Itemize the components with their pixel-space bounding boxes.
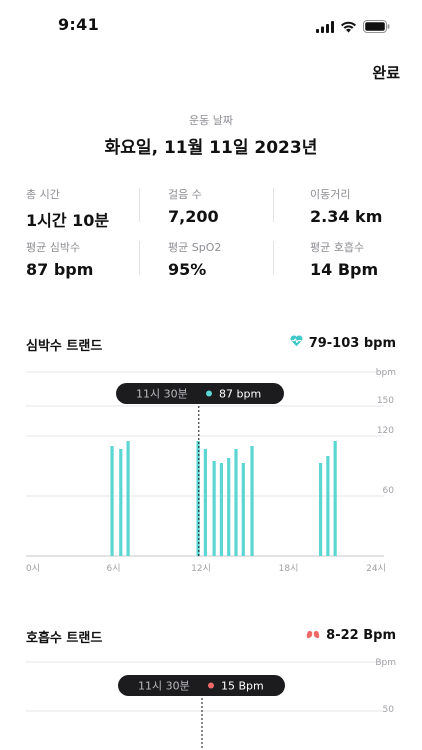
- status-bar: 9:41: [0, 0, 422, 48]
- chart-tooltip: 11시 30분 15 Bpm: [118, 675, 285, 696]
- tooltip-time: 11시 30분: [136, 388, 188, 401]
- stat-divider: [273, 188, 274, 222]
- chart-bar: [318, 463, 323, 556]
- status-icons: [316, 18, 390, 37]
- respiration-trend-title: 호흡수 트랜드: [26, 631, 103, 646]
- stat-avg-heart-rate: 평균 심박수 87 bpm: [26, 239, 146, 279]
- x-tick-label: 6시: [106, 563, 120, 574]
- stat-total-time: 총 시간 1시간 10분: [26, 186, 146, 231]
- heart-rate-chart[interactable]: bpm 150 120 60 0시 6시 12시 18시 24시 11시 30분 87 bpm: [26, 364, 396, 578]
- tooltip-dot: [208, 682, 214, 689]
- tooltip-value: 15 Bpm: [221, 680, 264, 693]
- y-tick-label: 60: [383, 486, 395, 496]
- stat-value: 14 Bpm: [310, 260, 379, 279]
- y-axis-unit: bpm: [376, 368, 396, 378]
- chart-bar: [250, 446, 254, 556]
- heart-icon: [290, 335, 303, 351]
- respiration-range-text: 8-22 Bpm: [326, 627, 396, 643]
- chart-bar: [219, 463, 224, 556]
- stat-label: 평균 심박수: [26, 241, 81, 254]
- stat-label: 평균 SpO2: [168, 241, 222, 254]
- stat-value: 1시간 10분: [26, 211, 110, 230]
- chart-bar: [227, 458, 231, 556]
- chart-bar: [241, 463, 245, 556]
- y-tick-label: 150: [377, 396, 394, 406]
- heart-rate-trend-title: 심박수 트랜드: [26, 339, 103, 354]
- stat-label: 걸음 수: [168, 188, 202, 201]
- status-time: 9:41: [58, 15, 99, 34]
- heart-rate-range-text: 79-103 bpm: [308, 335, 396, 351]
- chart-bar: [234, 449, 238, 556]
- done-button[interactable]: 완료: [372, 62, 400, 83]
- wifi-icon: [340, 18, 357, 37]
- stat-value: 7,200: [168, 207, 219, 226]
- stat-label: 평균 호흡수: [310, 241, 365, 254]
- stat-value: 95%: [168, 260, 207, 279]
- x-tick-label: 18시: [279, 563, 299, 574]
- workout-date-caption: 운동 날짜: [189, 114, 233, 127]
- stat-value: 87 bpm: [26, 260, 94, 279]
- stat-divider: [139, 188, 140, 222]
- x-tick-label: 24시: [366, 563, 386, 574]
- stat-avg-respiration: 평균 호흡수 14 Bpm: [310, 239, 422, 279]
- stat-steps: 걸음 수 7,200: [168, 186, 288, 226]
- stat-label: 이동거리: [310, 188, 351, 201]
- chart-bar: [203, 449, 207, 556]
- y-tick-label: 120: [377, 426, 394, 436]
- respiration-chart[interactable]: Bpm 50 11시 30분 15 Bpm: [26, 654, 396, 750]
- chart-bar: [212, 461, 216, 556]
- stat-label: 총 시간: [26, 188, 60, 201]
- cellular-signal-icon: [316, 18, 334, 37]
- x-tick-label: 12시: [191, 563, 211, 574]
- chart-bar: [110, 446, 114, 556]
- heart-rate-chart-svg: bpm 150 120 60 0시 6시 12시 18시 24시 11시 30분 87 bpm: [26, 368, 396, 574]
- lungs-icon: [306, 627, 320, 643]
- chart-bar: [333, 441, 337, 556]
- battery-icon: [363, 18, 390, 37]
- stat-avg-spo2: 평균 SpO2 95%: [168, 239, 288, 279]
- chart-bar: [126, 441, 130, 556]
- tooltip-value: 87 bpm: [219, 388, 261, 401]
- y-tick-label: 50: [383, 705, 395, 715]
- stat-divider: [139, 241, 140, 275]
- respiration-range: 8-22 Bpm: [306, 627, 396, 643]
- workout-date-title: 화요일, 11월 11일 2023년: [104, 138, 318, 158]
- stat-value: 2.34 km: [310, 207, 383, 226]
- respiration-chart-svg: Bpm 50 11시 30분 15 Bpm: [26, 658, 396, 750]
- tooltip-dot: [206, 390, 212, 397]
- tooltip-time: 11시 30분: [138, 680, 190, 693]
- stat-divider: [273, 241, 274, 275]
- chart-tooltip: 11시 30분 87 bpm: [116, 383, 284, 404]
- x-tick-label: 0시: [26, 563, 40, 574]
- chart-bar: [119, 449, 123, 556]
- heart-rate-range: 79-103 bpm: [290, 335, 396, 351]
- y-axis-unit: Bpm: [375, 658, 396, 668]
- stat-distance: 이동거리 2.34 km: [310, 186, 422, 226]
- chart-bar: [326, 456, 330, 556]
